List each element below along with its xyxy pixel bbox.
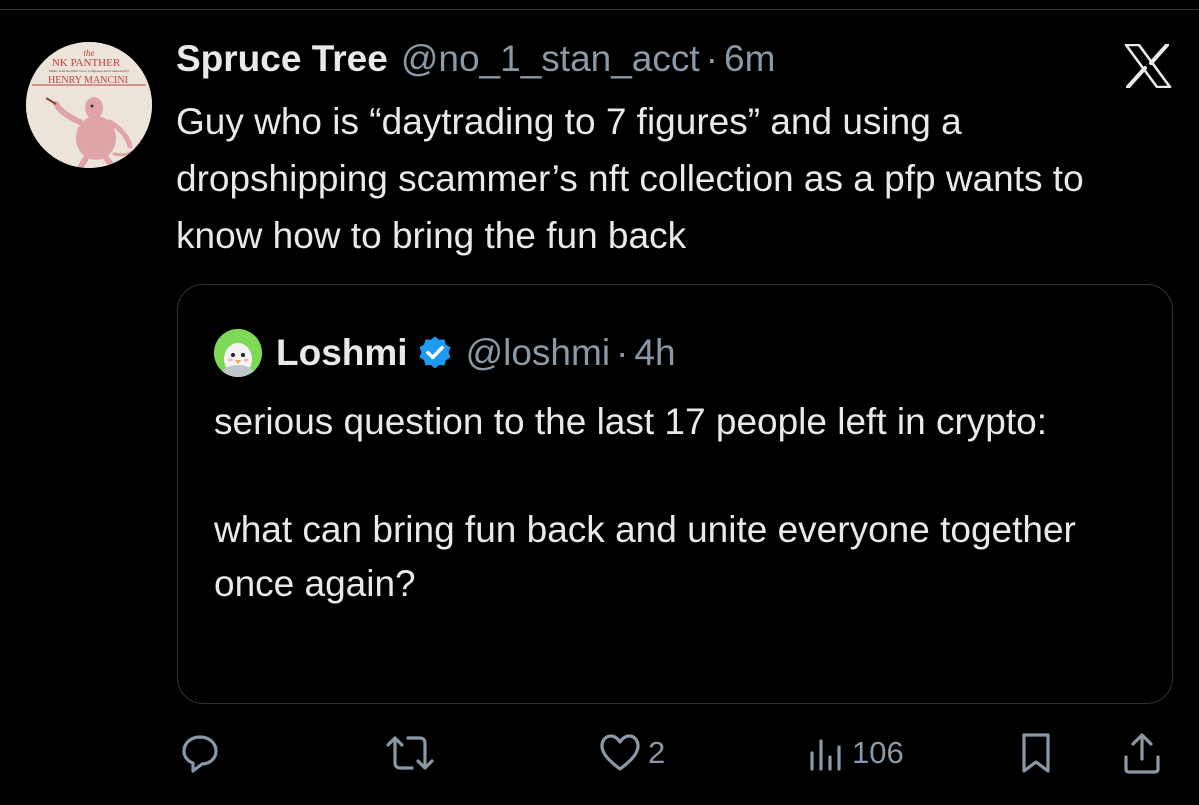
quoted-tweet-time[interactable]: 4h bbox=[634, 332, 675, 374]
retweet-button[interactable] bbox=[384, 725, 436, 781]
pink-panther-album-cover-avatar: the NK PANTHER Music from the Film Score… bbox=[26, 42, 152, 168]
like-button[interactable]: 2 bbox=[598, 725, 665, 781]
author-handle[interactable]: @no_1_stan_acct bbox=[401, 38, 700, 80]
heart-icon bbox=[600, 734, 640, 771]
bookmark-button[interactable] bbox=[1016, 725, 1056, 781]
views-button[interactable]: 106 bbox=[806, 725, 904, 781]
author-name[interactable]: Spruce Tree bbox=[176, 38, 388, 80]
quoted-author-avatar[interactable] bbox=[214, 329, 262, 377]
author-avatar[interactable]: the NK PANTHER Music from the Film Score… bbox=[26, 42, 152, 168]
avatar-text-title: NK PANTHER bbox=[52, 57, 121, 69]
quoted-tweet-text: serious question to the last 17 people l… bbox=[214, 395, 1134, 611]
verified-badge-icon bbox=[419, 336, 451, 369]
tweet-time[interactable]: 6m bbox=[724, 38, 775, 80]
reply-icon bbox=[182, 735, 218, 773]
quoted-author-handle[interactable]: @loshmi bbox=[466, 332, 610, 374]
action-bar: 2 106 bbox=[0, 725, 1199, 785]
reply-button[interactable] bbox=[178, 725, 222, 781]
x-logo-icon bbox=[1124, 43, 1172, 89]
views-icon bbox=[810, 739, 841, 771]
retweet-icon bbox=[386, 736, 434, 770]
share-button[interactable] bbox=[1120, 725, 1164, 781]
share-icon bbox=[1124, 733, 1160, 774]
bookmark-icon bbox=[1022, 733, 1050, 773]
quoted-tweet-header: Loshmi @loshmi · 4h bbox=[214, 329, 676, 377]
quoted-author-name[interactable]: Loshmi bbox=[276, 332, 408, 374]
tweet-text: Guy who is “daytrading to 7 figures” and… bbox=[176, 101, 1084, 256]
views-count: 106 bbox=[852, 735, 904, 770]
separator-dot: · bbox=[705, 38, 718, 79]
tweet[interactable]: Spruce Tree @no_1_stan_acct · 6m Guy who… bbox=[176, 38, 1136, 264]
penguin-avatar bbox=[214, 329, 262, 377]
top-divider bbox=[0, 9, 1199, 10]
like-count: 2 bbox=[648, 735, 666, 770]
quoted-paragraph: serious question to the last 17 people l… bbox=[214, 401, 1048, 442]
separator-dot: · bbox=[616, 332, 629, 373]
quoted-tweet[interactable]: Loshmi @loshmi · 4h serious question to … bbox=[177, 284, 1173, 704]
tweet-header: Spruce Tree @no_1_stan_acct · 6m bbox=[176, 38, 1136, 88]
avatar-text-credit: Music from the Film Score Composed and C… bbox=[49, 69, 129, 73]
avatar-text-composer: HENRY MANCINI bbox=[48, 75, 128, 86]
quoted-paragraph: what can bring fun back and unite everyo… bbox=[214, 509, 1076, 604]
x-logo[interactable] bbox=[1124, 43, 1172, 89]
